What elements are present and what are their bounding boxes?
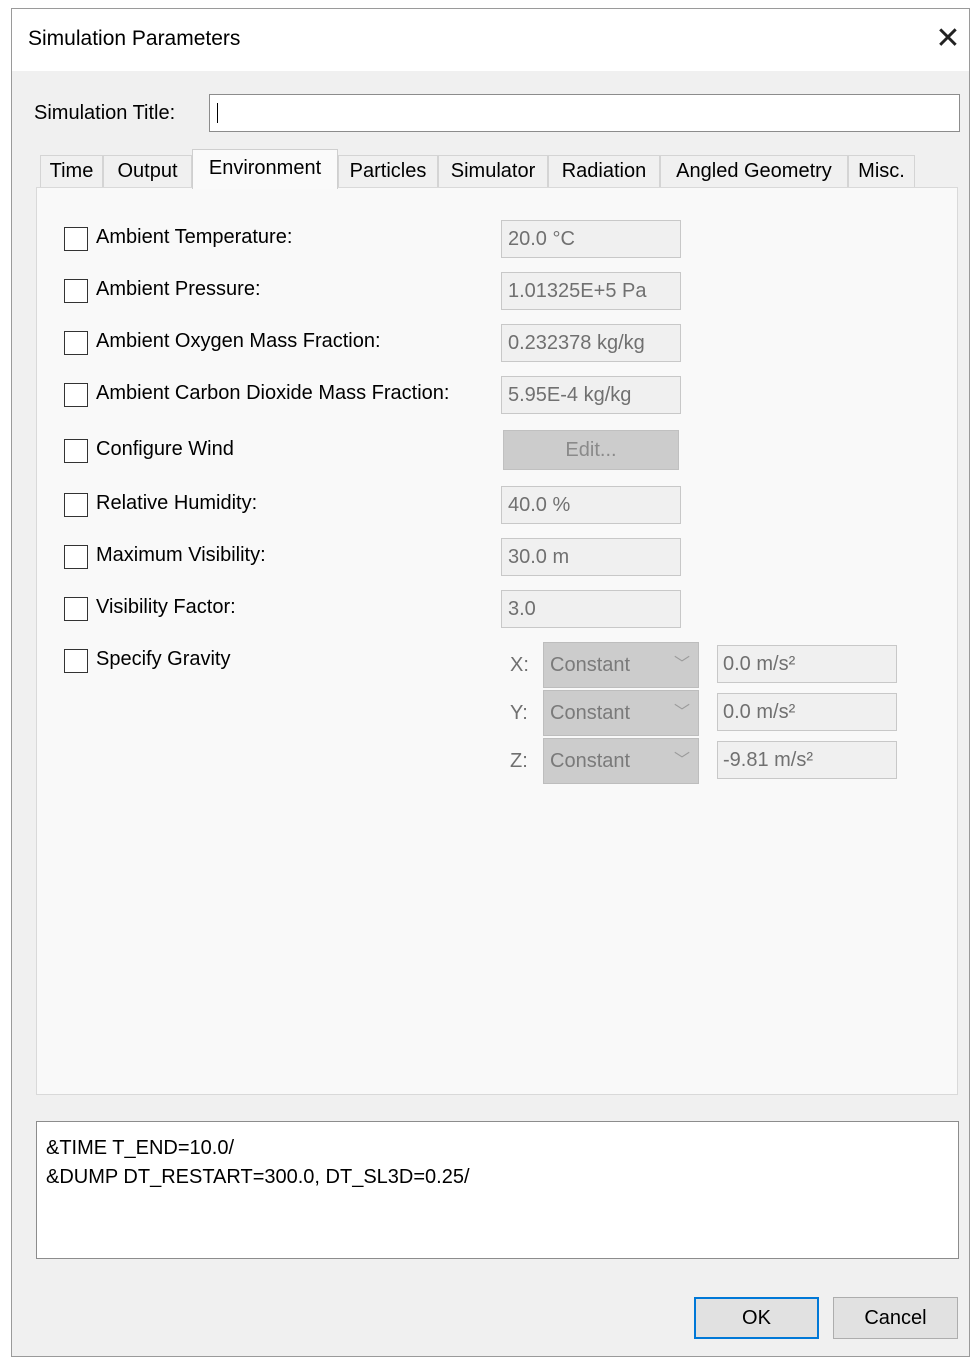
namelist-output-text[interactable]: &TIME T_END=10.0/ &DUMP DT_RESTART=300.0… [36, 1121, 959, 1259]
maximum-visibility-label: Maximum Visibility: [96, 544, 266, 566]
close-icon[interactable]: ✕ [930, 21, 966, 57]
specify-gravity-label: Specify Gravity [96, 648, 231, 670]
ambient-temperature-checkbox[interactable] [64, 227, 88, 251]
output-line: &DUMP DT_RESTART=300.0, DT_SL3D=0.25/ [46, 1166, 470, 1188]
visibility-factor-field[interactable]: 3.0 [501, 590, 681, 628]
relative-humidity-field[interactable]: 40.0 % [501, 486, 681, 524]
relative-humidity-checkbox[interactable] [64, 493, 88, 517]
tab-radiation[interactable]: Radiation [548, 155, 660, 187]
ambient-oxygen-field[interactable]: 0.232378 kg/kg [501, 324, 681, 362]
simulation-title-label: Simulation Title: [34, 102, 176, 124]
ambient-temperature-label: Ambient Temperature: [96, 226, 293, 248]
gravity-x-field[interactable]: 0.0 m/s² [717, 645, 897, 683]
ambient-co2-checkbox[interactable] [64, 383, 88, 407]
tab-environment[interactable]: Environment [192, 149, 338, 189]
ambient-pressure-field[interactable]: 1.01325E+5 Pa [501, 272, 681, 310]
chevron-down-icon: ﹀ [673, 752, 690, 769]
gravity-z-field[interactable]: -9.81 m/s² [717, 741, 897, 779]
ambient-oxygen-label: Ambient Oxygen Mass Fraction: [96, 330, 381, 352]
title-bar: Simulation Parameters ✕ [12, 9, 969, 71]
simulation-parameters-dialog: Simulation Parameters ✕ Simulation Title… [11, 8, 970, 1357]
maximum-visibility-field[interactable]: 30.0 m [501, 538, 681, 576]
ambient-pressure-label: Ambient Pressure: [96, 278, 261, 300]
tab-misc[interactable]: Misc. [848, 155, 915, 187]
chevron-down-icon: ﹀ [673, 704, 690, 721]
environment-panel [36, 187, 958, 1095]
ok-button[interactable]: OK [694, 1297, 819, 1339]
tab-particles[interactable]: Particles [338, 155, 438, 187]
ambient-pressure-checkbox[interactable] [64, 279, 88, 303]
gravity-y-label: Y: [510, 702, 528, 724]
edit-wind-button[interactable]: Edit... [503, 430, 679, 470]
gravity-y-mode-select[interactable]: Constant ﹀ [543, 690, 699, 736]
tab-simulator[interactable]: Simulator [438, 155, 548, 187]
ambient-co2-label: Ambient Carbon Dioxide Mass Fraction: [96, 382, 450, 404]
gravity-z-label: Z: [510, 750, 528, 772]
tab-time[interactable]: Time [40, 155, 103, 187]
maximum-visibility-checkbox[interactable] [64, 545, 88, 569]
specify-gravity-checkbox[interactable] [64, 649, 88, 673]
configure-wind-label: Configure Wind [96, 438, 234, 460]
gravity-x-label: X: [510, 654, 529, 676]
output-line: &TIME T_END=10.0/ [46, 1137, 235, 1159]
dialog-title: Simulation Parameters [28, 27, 241, 50]
ambient-oxygen-checkbox[interactable] [64, 331, 88, 355]
gravity-x-mode-select[interactable]: Constant ﹀ [543, 642, 699, 688]
visibility-factor-checkbox[interactable] [64, 597, 88, 621]
visibility-factor-label: Visibility Factor: [96, 596, 236, 618]
simulation-title-input[interactable] [209, 94, 960, 132]
tab-angled-geometry[interactable]: Angled Geometry [660, 155, 848, 187]
ambient-co2-field[interactable]: 5.95E-4 kg/kg [501, 376, 681, 414]
ambient-temperature-field[interactable]: 20.0 °C [501, 220, 681, 258]
gravity-y-field[interactable]: 0.0 m/s² [717, 693, 897, 731]
tab-output[interactable]: Output [103, 155, 192, 187]
relative-humidity-label: Relative Humidity: [96, 492, 258, 514]
chevron-down-icon: ﹀ [673, 656, 690, 673]
configure-wind-checkbox[interactable] [64, 439, 88, 463]
gravity-z-mode-select[interactable]: Constant ﹀ [543, 738, 699, 784]
cancel-button[interactable]: Cancel [833, 1297, 958, 1339]
text-caret [217, 103, 218, 123]
